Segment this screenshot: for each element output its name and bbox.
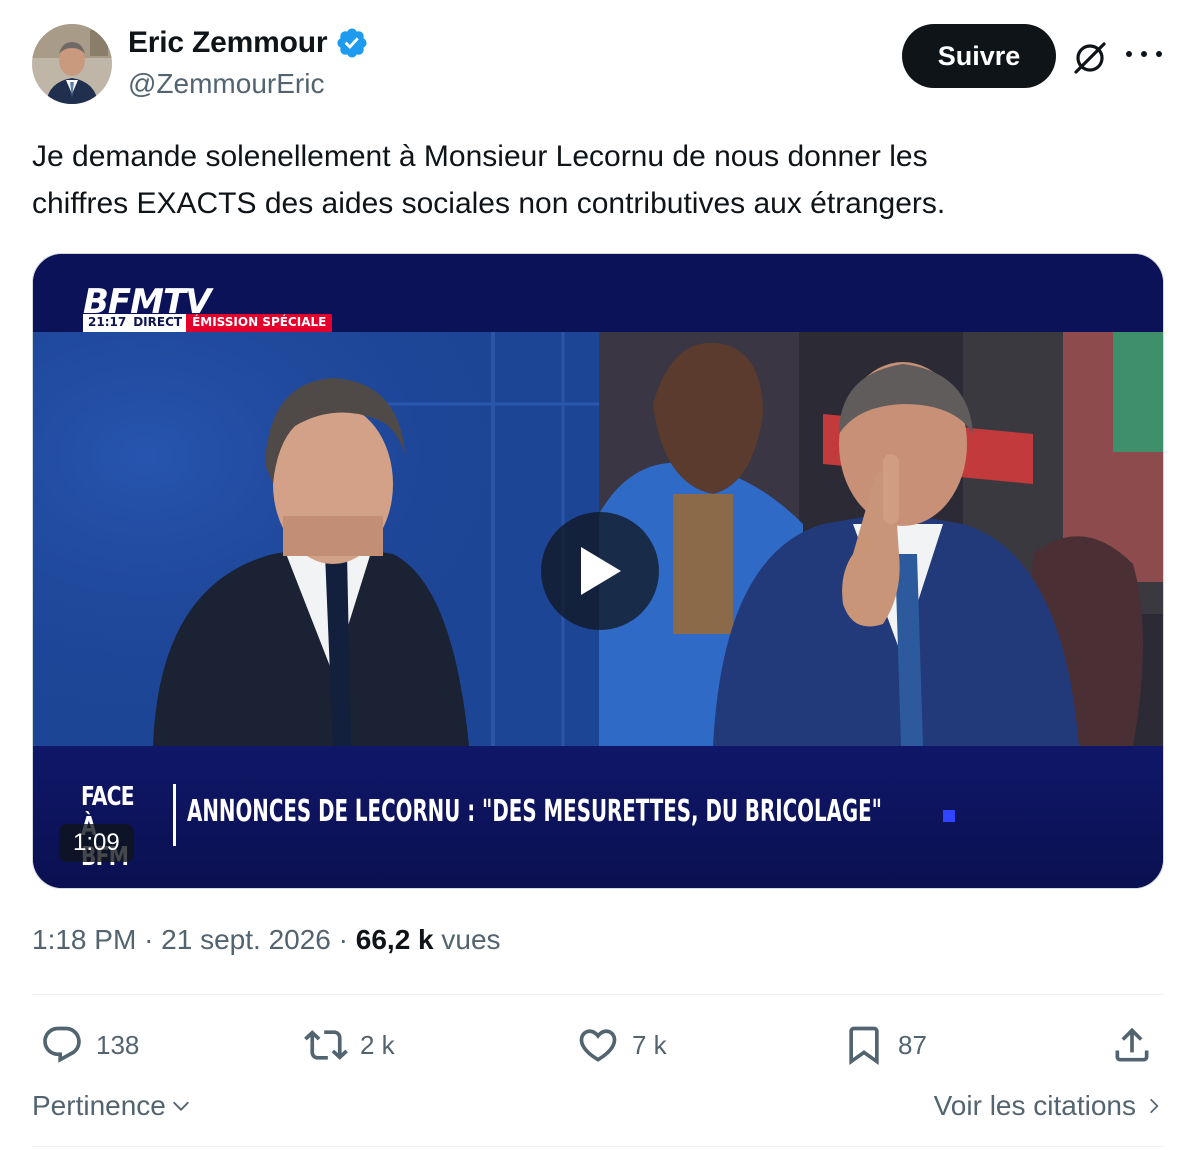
broadcast-strip: 21:17 DIRECT ÉMISSION SPÉCIALE [83,314,333,332]
video-player[interactable]: BFMTV 21:17 DIRECT ÉMISSION SPÉCIALE FAC… [32,253,1164,889]
repost-icon [304,1030,348,1060]
divider [32,994,1164,995]
follow-button[interactable]: Suivre [902,24,1056,88]
share-icon [1115,1027,1149,1062]
author-name[interactable]: Eric Zemmour [128,26,328,60]
banner-divider [173,784,176,846]
author-name-row: Eric Zemmour [128,26,369,60]
view-quotes-link[interactable]: Voir les citations [934,1090,1164,1122]
tweet-date[interactable]: 21 sept. 2026 [161,924,331,955]
video-duration: 1:09 [59,824,134,862]
verified-badge-icon[interactable] [335,26,369,60]
chevron-right-icon [1150,1098,1159,1114]
divider [32,1146,1164,1147]
play-icon [581,547,621,595]
tweet-text-line: Je demande solenellement à Monsieur Leco… [32,140,928,173]
program-tag: ÉMISSION SPÉCIALE [186,314,333,332]
play-button[interactable] [541,512,659,630]
like-icon [579,1029,617,1062]
avatar[interactable] [32,24,112,104]
sort-dropdown[interactable]: Pertinence [32,1090,192,1122]
author-handle[interactable]: @ZemmourEric [128,68,324,100]
banner-square [943,810,955,822]
tweet-text: Je demande solenellement à Monsieur Leco… [32,133,1164,227]
meta-separator: · [144,924,154,955]
chevron-down-icon [172,1101,189,1111]
tweet-meta: 1:18 PM · 21 sept. 2026 · 66,2 k vues [32,924,501,956]
meta-separator: · [338,924,348,955]
repost-button[interactable]: 2 k [304,1018,395,1072]
sort-label: Pertinence [32,1090,166,1121]
reply-button[interactable]: 138 [40,1018,139,1072]
reply-icon [43,1026,81,1063]
views-count: 66,2 k [355,924,434,955]
repost-count: 2 k [360,1029,395,1060]
action-bar: 138 2 k 7 k 87 [32,1018,1164,1072]
broadcast-time: 21:17 [83,314,132,332]
live-label: DIRECT [131,314,187,332]
tweet-time[interactable]: 1:18 PM [32,924,136,955]
tweet-header: Eric Zemmour @ZemmourEric Suivre [32,22,1164,106]
more-options-icon[interactable] [1126,48,1162,60]
bookmark-button[interactable]: 87 [842,1018,927,1072]
reply-count: 138 [96,1029,140,1060]
video-headline: ANNONCES DE LECORNU : "DES MESURETTES, D… [187,794,882,829]
like-button[interactable]: 7 k [576,1018,667,1072]
share-button[interactable] [1110,1018,1154,1072]
grok-icon[interactable] [1070,38,1110,78]
views-label: vues [441,924,501,955]
bookmark-count: 87 [898,1029,927,1060]
like-count: 7 k [632,1029,667,1060]
view-quotes-label: Voir les citations [933,1090,1136,1121]
tweet-text-line: chiffres EXACTS des aides sociales non c… [32,187,946,220]
bookmark-icon [849,1026,879,1066]
